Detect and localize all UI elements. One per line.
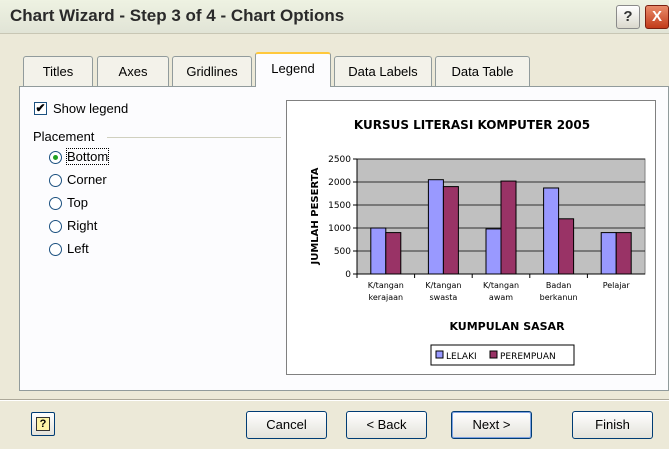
chart-preview: KURSUS LITERASI KOMPUTER 2005 0 500 1000 150… xyxy=(286,100,656,375)
placement-top-label: Top xyxy=(67,195,88,210)
bar xyxy=(370,227,387,275)
bar xyxy=(427,179,444,275)
tab-data-labels[interactable]: Data Labels xyxy=(334,56,432,86)
button-separator xyxy=(0,399,669,401)
placement-divider xyxy=(107,137,281,138)
office-assistant-button[interactable]: ? xyxy=(31,412,55,436)
placement-right-label: Right xyxy=(67,218,98,233)
x-tick-label: K/tangan xyxy=(483,281,519,290)
chart-svg: KURSUS LITERASI KOMPUTER 2005 0 500 1000 150… xyxy=(310,118,646,366)
y-tick-label: 2000 xyxy=(328,178,351,188)
bar xyxy=(485,228,502,275)
x-tick-label: Badan xyxy=(546,281,571,290)
chart-title: KURSUS LITERASI KOMPUTER 2005 xyxy=(354,118,590,132)
x-tick-label: K/tangan xyxy=(425,281,461,290)
next-button[interactable]: Next > xyxy=(451,411,532,439)
back-button[interactable]: < Back xyxy=(346,411,427,439)
tab-legend[interactable]: Legend xyxy=(255,52,331,87)
legend-swatch xyxy=(489,350,498,359)
title-bar: Chart Wizard - Step 3 of 4 - Chart Optio… xyxy=(0,0,669,34)
x-tick-label: swasta xyxy=(429,293,457,302)
x-tick-label: kerajaan xyxy=(369,293,404,302)
placement-corner-label: Corner xyxy=(67,172,107,187)
question-icon: ? xyxy=(36,417,50,431)
bar xyxy=(442,186,459,275)
y-tick-label: 1000 xyxy=(328,224,351,234)
legend-swatch xyxy=(435,350,444,359)
close-button[interactable]: X xyxy=(645,5,669,29)
finish-button[interactable]: Finish xyxy=(572,411,653,439)
bar xyxy=(600,232,617,275)
x-tick-label: berkanun xyxy=(540,293,578,302)
tab-data-table[interactable]: Data Table xyxy=(435,56,530,86)
bar xyxy=(500,180,517,275)
x-tick-label: K/tangan xyxy=(368,281,404,290)
radio-icon xyxy=(49,197,62,210)
tab-gridlines[interactable]: Gridlines xyxy=(172,56,252,86)
placement-group-label: Placement xyxy=(33,129,95,144)
window-title: Chart Wizard - Step 3 of 4 - Chart Optio… xyxy=(10,6,345,25)
x-tick-label: Pelajar xyxy=(603,281,631,290)
show-legend-label: Show legend xyxy=(53,101,129,116)
help-button[interactable]: ? xyxy=(616,5,640,29)
x-axis-title: KUMPULAN SASAR xyxy=(449,320,565,333)
tab-axes[interactable]: Axes xyxy=(97,56,169,86)
radio-icon xyxy=(49,220,62,233)
bar xyxy=(385,232,402,275)
bar xyxy=(558,218,575,275)
legend-label: PEREMPUAN xyxy=(500,352,556,362)
cancel-button[interactable]: Cancel xyxy=(246,411,327,439)
placement-left-label: Left xyxy=(67,241,89,256)
radio-icon xyxy=(49,174,62,187)
y-tick-label: 0 xyxy=(345,270,351,280)
y-axis-title: JUMLAH PESERTA xyxy=(310,167,321,265)
bar xyxy=(543,187,560,275)
y-tick-label: 1500 xyxy=(328,201,351,211)
y-tick-label: 500 xyxy=(334,247,351,257)
radio-selected-icon xyxy=(49,151,62,164)
bar xyxy=(615,232,632,275)
placement-bottom-label: Bottom xyxy=(65,148,110,165)
tab-titles[interactable]: Titles xyxy=(23,56,93,86)
y-tick-label: 2500 xyxy=(328,155,351,165)
x-tick-label: awam xyxy=(489,293,513,302)
legend-label: LELAKI xyxy=(446,352,477,362)
radio-icon xyxy=(49,243,62,256)
checkmark-icon: ✔ xyxy=(34,101,47,115)
